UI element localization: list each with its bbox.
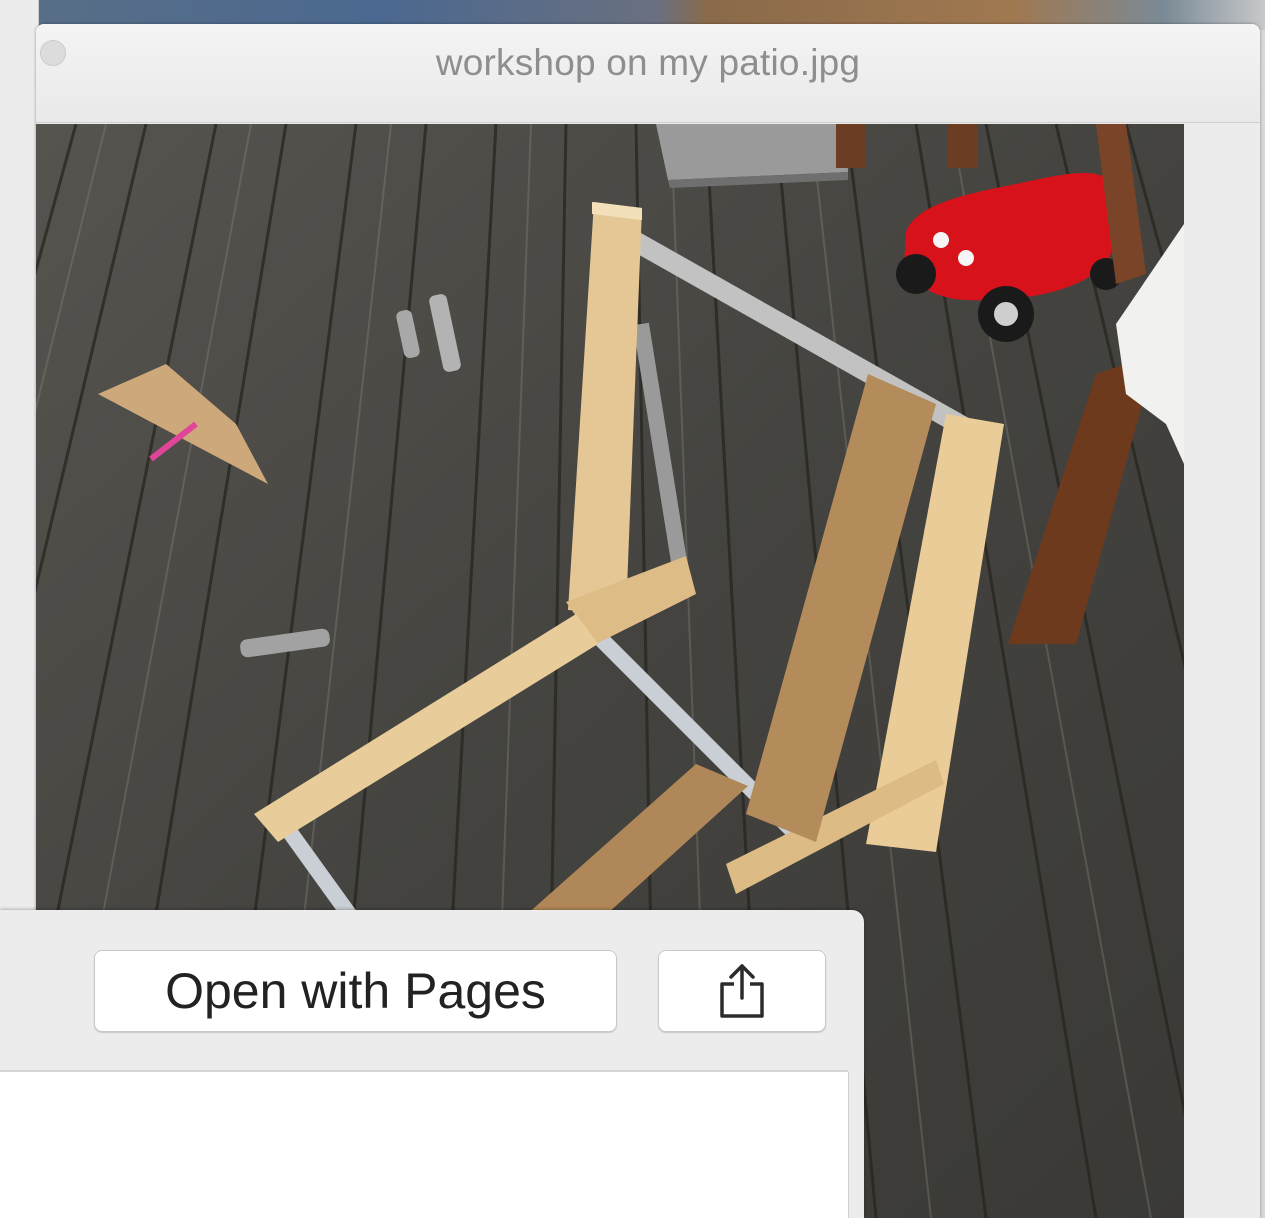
open-with-pages-button[interactable]: Open with Pages (94, 950, 617, 1032)
window-right-edge (1184, 124, 1260, 1218)
quick-look-actions-panel: Open with Pages (0, 910, 864, 1218)
window-title: workshop on my patio.jpg (435, 42, 861, 83)
share-icon (720, 964, 764, 1018)
screen: workshop on my patio.jpg Open with Pages (0, 0, 1265, 1218)
share-button[interactable] (658, 950, 826, 1032)
window-titlebar[interactable]: workshop on my patio.jpg (36, 24, 1260, 123)
panel-content-area (0, 1072, 849, 1218)
